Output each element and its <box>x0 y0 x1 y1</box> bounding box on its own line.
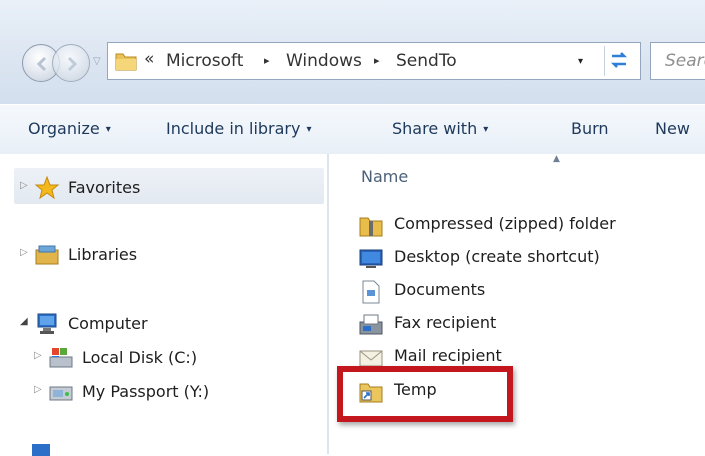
column-header-name[interactable]: Name <box>361 167 408 186</box>
highlight-callout-box <box>337 366 513 422</box>
burn-button[interactable]: Burn <box>571 119 609 138</box>
external-drive-icon <box>49 386 73 401</box>
include-in-library-label: Include in library <box>166 119 301 138</box>
include-in-library-button[interactable]: Include in library ▾ <box>166 119 312 138</box>
selection-highlight <box>14 168 324 204</box>
zip-folder-icon <box>359 217 383 237</box>
recent-pages-button[interactable]: ▽ <box>93 56 101 67</box>
computer-icon <box>37 313 57 334</box>
breadcrumb-separator[interactable]: ▸ <box>264 54 270 67</box>
breadcrumb-windows[interactable]: Windows <box>286 51 362 71</box>
nav-label-local-disk: Local Disk (C:) <box>82 348 198 367</box>
chevron-down-icon: ▾ <box>483 124 489 135</box>
breadcrumb-sendto[interactable]: SendTo <box>396 51 457 71</box>
address-bar-region: ▽ « Microsoft ▸ Windows ▸ SendTo ▾ Searc… <box>0 0 705 104</box>
nav-label-my-passport: My Passport (Y:) <box>82 382 210 401</box>
file-label: Fax recipient <box>394 313 497 332</box>
collapse-arrow-icon[interactable]: ◢ <box>20 316 28 327</box>
organize-menu-button[interactable]: Organize ▾ <box>28 119 111 138</box>
documents-icon <box>362 280 380 304</box>
expand-arrow-icon[interactable]: ▷ <box>20 180 28 191</box>
nav-label-favorites: Favorites <box>68 178 141 197</box>
chevron-down-icon: ▾ <box>306 124 312 135</box>
share-with-button[interactable]: Share with ▾ <box>392 119 488 138</box>
file-label: Compressed (zipped) folder <box>394 214 616 233</box>
forward-button[interactable] <box>52 44 90 82</box>
folder-icon <box>115 53 137 71</box>
libraries-icon <box>35 245 59 265</box>
sort-ascending-icon: ▲ <box>553 154 560 164</box>
chevron-down-icon: ▾ <box>105 124 111 135</box>
address-overflow-chevron[interactable]: « <box>144 49 154 69</box>
expand-arrow-icon[interactable]: ▷ <box>34 350 42 361</box>
share-with-label: Share with <box>392 119 478 138</box>
breadcrumb-microsoft[interactable]: Microsoft <box>166 51 243 71</box>
nav-label-computer: Computer <box>68 314 148 333</box>
desktop-icon <box>359 249 383 268</box>
address-field[interactable]: « Microsoft ▸ Windows ▸ SendTo ▾ <box>107 42 641 80</box>
expand-arrow-icon[interactable]: ▷ <box>20 247 28 258</box>
breadcrumb-separator[interactable]: ▸ <box>374 54 380 67</box>
expand-arrow-icon[interactable]: ▷ <box>34 384 42 395</box>
drive-icon <box>49 348 73 368</box>
command-toolbar: Organize ▾ Include in library ▾ Share with… <box>0 104 705 156</box>
file-label: Mail recipient <box>394 346 502 365</box>
fax-icon <box>359 314 383 335</box>
forward-arrow-icon <box>67 56 78 72</box>
back-arrow-icon <box>36 56 47 72</box>
navigation-pane: ▷ Favorites ▷ Libraries ◢ Computer ▷ Loc… <box>0 154 330 456</box>
address-dropdown-button[interactable]: ▾ <box>578 56 583 67</box>
refresh-icon <box>610 52 628 68</box>
file-label: Documents <box>394 280 486 299</box>
organize-label: Organize <box>28 119 100 138</box>
refresh-button[interactable] <box>604 46 634 76</box>
file-label: Desktop (create shortcut) <box>394 247 600 266</box>
search-input[interactable]: Search <box>650 42 705 80</box>
nav-label-libraries: Libraries <box>68 245 138 264</box>
new-folder-button[interactable]: New <box>655 119 690 138</box>
search-placeholder: Search <box>665 51 705 71</box>
star-icon <box>34 175 60 200</box>
